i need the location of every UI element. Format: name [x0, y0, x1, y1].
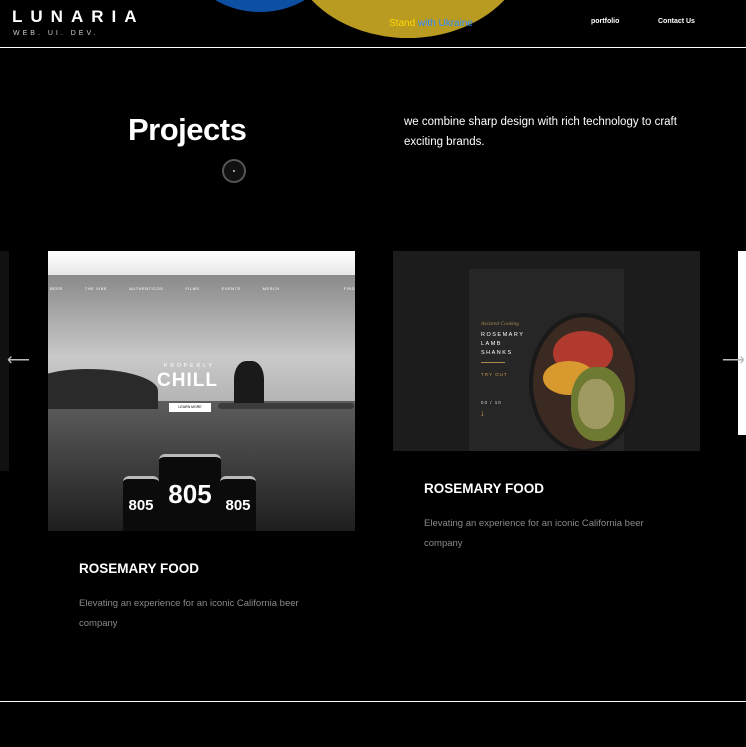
footer-divider — [0, 701, 746, 702]
image-nav-item: FILMS — [185, 286, 200, 291]
card-title[interactable]: ROSEMARY FOOD — [424, 481, 544, 496]
image-eyebrow: Assisted Cooking — [481, 321, 520, 327]
stand-with-ukraine-link[interactable]: Stand with Ukraine — [389, 18, 473, 29]
image-nav-item: EVENTS — [221, 286, 241, 291]
image-food — [578, 379, 614, 429]
ukraine-text: with Ukraine — [415, 18, 473, 29]
page-title: Projects — [128, 112, 247, 147]
card-title[interactable]: ROSEMARY FOOD — [79, 561, 199, 576]
image-pagination: 03 / 10 — [481, 400, 502, 405]
nav-contact-us[interactable]: Contact Us — [658, 18, 695, 25]
project-image-beer[interactable]: BEER THE VIBE AUTHENTICOS FILMS EVENTS M… — [48, 251, 355, 531]
card-description: Elevating an experience for an iconic Ca… — [424, 518, 644, 549]
can-label: 805 — [225, 497, 251, 514]
image-kicker: PROPERLY — [164, 363, 215, 369]
image-nav-item: MERCH — [262, 286, 280, 291]
arrow-left-icon[interactable]: ⟵ — [7, 350, 30, 370]
beer-can-icon: 805 — [220, 476, 256, 531]
nav-portfolio[interactable]: portfolio — [591, 18, 619, 25]
image-divider — [481, 362, 505, 363]
project-image-food[interactable]: Assisted Cooking ROSEMARY LAMB SHANKS TR… — [393, 251, 700, 451]
site-logo[interactable]: LUNARIA — [12, 7, 145, 27]
image-cta: TRY OUT — [481, 372, 508, 377]
image-title-line: SHANKS — [481, 350, 513, 356]
logo-tagline: WEB. UI. DEV. — [13, 30, 99, 37]
beer-can-icon: 805 — [123, 476, 159, 531]
beer-can-icon: 805 — [159, 454, 221, 531]
image-surfer — [234, 361, 264, 406]
hero-description: we combine sharp design with rich techno… — [404, 116, 677, 148]
next-card-peek[interactable] — [738, 251, 746, 435]
can-label: 805 — [128, 497, 154, 514]
image-nav-item: FIND — [343, 286, 355, 291]
can-label: 805 — [168, 479, 212, 509]
image-browser-bar — [48, 251, 355, 275]
stand-text: Stand — [389, 18, 416, 29]
image-nav-item: THE VIBE — [84, 286, 108, 291]
image-title-line: ROSEMARY — [481, 332, 525, 338]
image-title-line: LAMB — [481, 341, 502, 347]
image-headline: CHILL — [157, 370, 218, 391]
image-surfboard — [218, 403, 354, 409]
image-title: ROSEMARY LAMB SHANKS — [481, 331, 524, 358]
site-header: LUNARIA WEB. UI. DEV. Stand with Ukraine… — [0, 0, 746, 48]
image-nav-item: AUTHENTICOS — [129, 286, 164, 291]
arrow-right-icon[interactable]: ⟶ — [722, 350, 745, 370]
arrow-down-icon: ↓ — [480, 408, 485, 418]
image-nav: BEER THE VIBE AUTHENTICOS FILMS EVENTS M… — [50, 286, 355, 291]
scroll-indicator[interactable] — [222, 159, 246, 183]
image-learn-more-button: LEARN MORE — [169, 403, 211, 412]
card-description: Elevating an experience for an iconic Ca… — [79, 598, 299, 629]
image-nav-item: BEER — [50, 286, 63, 291]
